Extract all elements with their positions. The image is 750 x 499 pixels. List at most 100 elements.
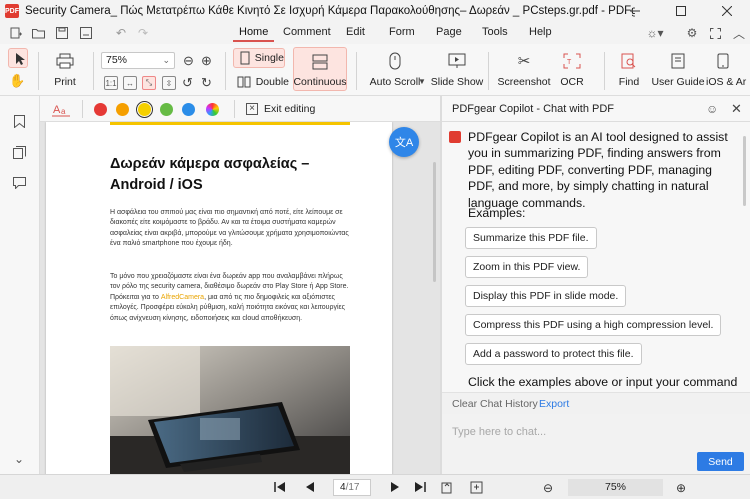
- print-button[interactable]: Print: [52, 50, 78, 88]
- pdf-page: Δωρεάν κάμερα ασφαλείας – Android / iOS …: [46, 122, 392, 474]
- example-summarize-button[interactable]: Summarize this PDF file.: [465, 227, 597, 249]
- text-style-icon[interactable]: Aa: [52, 101, 70, 117]
- tab-page[interactable]: Page: [436, 26, 462, 38]
- phone-camera-photo: [110, 346, 350, 474]
- theme-sun-icon[interactable]: ☼▾: [645, 25, 665, 41]
- zoom-out-icon[interactable]: ⊖: [183, 53, 194, 69]
- tab-tools[interactable]: Tools: [482, 26, 508, 38]
- rotate-right-icon[interactable]: ↻: [201, 75, 212, 91]
- close-panel-icon[interactable]: ✕: [731, 101, 742, 117]
- new-file-icon[interactable]: [8, 25, 24, 41]
- double-page-icon: [237, 76, 251, 88]
- auto-scroll-icon: [386, 50, 404, 72]
- save-icon[interactable]: [54, 25, 70, 41]
- example-password-button[interactable]: Add a password to protect this file.: [465, 343, 642, 365]
- redo-icon[interactable]: ↷: [135, 25, 151, 41]
- bookmark-icon[interactable]: [12, 114, 26, 128]
- ios-android-label: iOS & Ar: [706, 76, 747, 88]
- ocr-label: OCR: [560, 76, 584, 88]
- color-yellow-swatch-selected[interactable]: [136, 101, 153, 118]
- slide-show-button[interactable]: Slide Show: [431, 50, 483, 88]
- rotate-view-icon[interactable]: [440, 481, 453, 497]
- tab-home[interactable]: Home: [232, 26, 275, 42]
- auto-scroll-dropdown-icon[interactable]: ▼: [418, 77, 426, 86]
- exit-editing-label[interactable]: Exit editing: [264, 103, 315, 115]
- chat-scrollbar[interactable]: [743, 136, 746, 206]
- scissors-icon: ✂: [517, 53, 531, 70]
- minimize-icon[interactable]: [612, 0, 658, 22]
- example-compress-button[interactable]: Compress this PDF using a high compressi…: [465, 314, 722, 336]
- fit-width-icon[interactable]: ↔: [123, 76, 137, 90]
- ocr-scan-icon: T: [563, 50, 581, 72]
- color-red-swatch[interactable]: [94, 103, 107, 116]
- tab-help[interactable]: Help: [529, 26, 552, 38]
- clear-chat-button[interactable]: Clear Chat History: [452, 398, 538, 410]
- translate-icon[interactable]: 文A: [389, 127, 419, 157]
- document-scrollbar[interactable]: [433, 162, 436, 282]
- user-guide-button[interactable]: User Guide: [651, 50, 705, 88]
- next-page-icon[interactable]: [390, 481, 400, 496]
- find-button[interactable]: Find: [614, 50, 644, 88]
- screenshot-button[interactable]: ✂ Screenshot: [497, 50, 551, 88]
- page-number-input[interactable]: 4/17: [333, 479, 371, 496]
- tab-edit[interactable]: Edit: [346, 26, 365, 38]
- user-guide-icon: [670, 50, 686, 72]
- collapse-ribbon-icon[interactable]: ︿: [731, 25, 747, 41]
- mobile-device-icon: [716, 50, 730, 72]
- fit-view-icon[interactable]: [470, 481, 483, 497]
- close-icon[interactable]: [704, 0, 750, 22]
- last-page-icon[interactable]: [414, 481, 426, 496]
- color-green-swatch[interactable]: [160, 103, 173, 116]
- single-page-icon: [240, 51, 250, 65]
- zoom-in-icon[interactable]: ⊕: [201, 53, 212, 69]
- export-button[interactable]: Export: [539, 398, 569, 410]
- open-folder-icon[interactable]: [30, 25, 46, 41]
- send-button[interactable]: Send: [697, 452, 744, 471]
- tab-comment[interactable]: Comment: [283, 26, 331, 38]
- example-slide-mode-button[interactable]: Display this PDF in slide mode.: [465, 285, 627, 307]
- actual-size-icon[interactable]: 1:1: [104, 76, 118, 90]
- undo-icon[interactable]: ↶: [113, 25, 129, 41]
- comments-icon[interactable]: [12, 176, 26, 190]
- color-blue-swatch[interactable]: [182, 103, 195, 116]
- auto-scroll-button[interactable]: Auto Scroll: [366, 50, 424, 88]
- previous-page-icon[interactable]: [305, 481, 315, 496]
- article-paragraph-2: Το μόνο που χρειαζόμαστε είναι ένα δωρεά…: [110, 273, 349, 322]
- chevron-down-icon[interactable]: ⌄: [12, 452, 26, 466]
- print-label: Print: [54, 76, 76, 88]
- rotate-left-icon[interactable]: ↺: [182, 75, 193, 91]
- ios-android-button[interactable]: iOS & Ar: [706, 50, 750, 88]
- zoom-select[interactable]: 75% ⌄: [101, 52, 175, 69]
- pdfgear-logo-icon: PDF: [5, 4, 19, 18]
- zoom-in-icon[interactable]: ⊕: [676, 481, 686, 495]
- color-orange-swatch[interactable]: [116, 103, 129, 116]
- user-guide-label: User Guide: [651, 76, 705, 88]
- double-page-button[interactable]: Double: [233, 72, 289, 92]
- fullscreen-icon[interactable]: [707, 25, 723, 41]
- article-heading: Δωρεάν κάμερα ασφαλείας – Android / iOS: [110, 156, 310, 193]
- status-zoom-value[interactable]: 75%: [568, 479, 663, 496]
- tab-form[interactable]: Form: [389, 26, 415, 38]
- select-tool-button[interactable]: [8, 48, 28, 68]
- copilot-robot-icon[interactable]: ☺: [706, 102, 718, 116]
- example-zoom-button[interactable]: Zoom in this PDF view.: [465, 256, 589, 278]
- fit-page-icon[interactable]: ⤡: [142, 76, 156, 90]
- save-as-icon[interactable]: [78, 25, 94, 41]
- continuous-button[interactable]: Continuous: [293, 47, 347, 91]
- zoom-out-icon[interactable]: ⊖: [543, 481, 553, 495]
- ocr-button[interactable]: T OCR: [557, 50, 587, 88]
- status-bar: 4/17 ⊖ 75% ⊕: [0, 474, 750, 499]
- maximize-icon[interactable]: [658, 0, 704, 22]
- alfredcamera-link[interactable]: AlfredCamera: [161, 294, 204, 301]
- fit-visible-icon[interactable]: ⇳: [162, 76, 176, 90]
- single-page-button[interactable]: Single: [233, 48, 285, 68]
- settings-gear-icon[interactable]: ⚙: [684, 25, 700, 41]
- first-page-icon[interactable]: [274, 481, 286, 496]
- svg-text:a: a: [61, 107, 66, 116]
- exit-editing-icon[interactable]: ×: [246, 103, 258, 115]
- thumbnails-icon[interactable]: [12, 145, 26, 159]
- hand-tool-icon[interactable]: ✋: [9, 73, 27, 91]
- document-viewer[interactable]: Δωρεάν κάμερα ασφαλείας – Android / iOS …: [40, 122, 440, 474]
- color-picker-icon[interactable]: [206, 103, 219, 116]
- slide-show-icon: [448, 50, 466, 72]
